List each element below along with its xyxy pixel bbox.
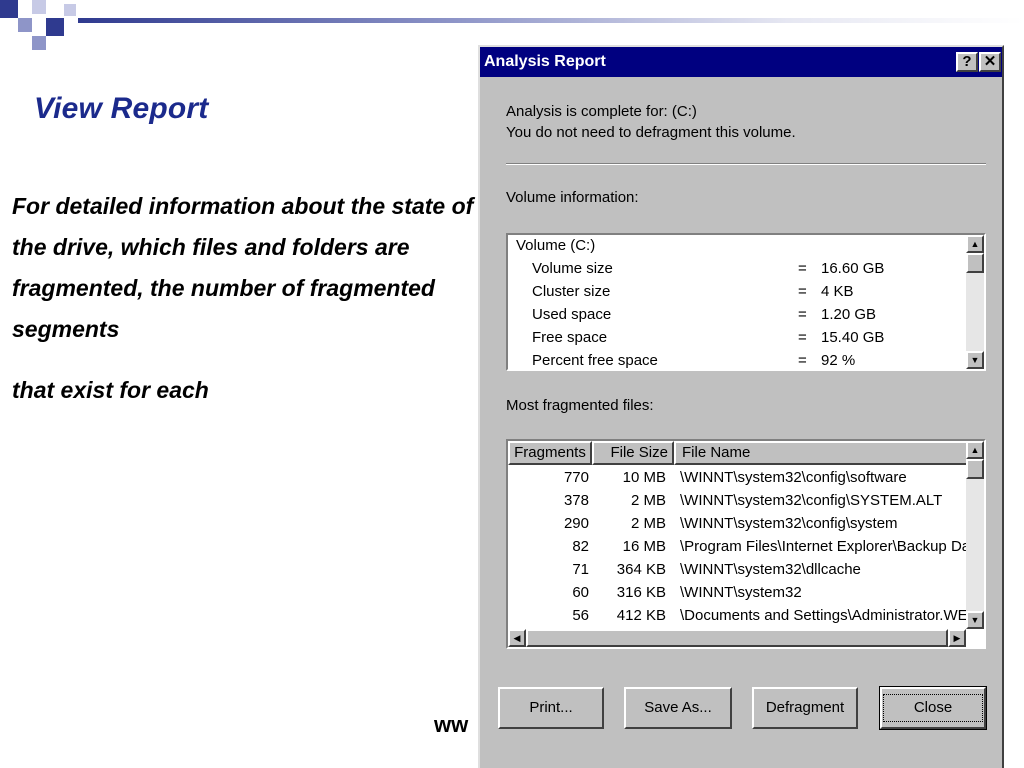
cell-file-size: 16 MB <box>622 538 666 555</box>
slide-body-paragraph-2: that exist for each <box>12 377 209 403</box>
save-as-button[interactable]: Save As... <box>624 687 732 729</box>
volume-header: Volume (C:) <box>516 237 596 254</box>
cell-fragments: 378 <box>563 492 589 509</box>
analysis-report-dialog: Analysis Report ? ✕ Analysis is complete… <box>478 45 1004 768</box>
scroll-thumb[interactable] <box>966 459 984 479</box>
cell-file-size: 412 KB <box>616 607 666 624</box>
slide-logo-square-2 <box>18 18 32 32</box>
volume-row: Free space = 15.40 GB <box>508 329 966 352</box>
scroll-thumb-horizontal[interactable] <box>526 629 948 647</box>
scroll-down-icon[interactable]: ▼ <box>966 351 984 369</box>
volume-row-label: Percent free space <box>532 352 658 369</box>
scroll-right-icon[interactable]: ▶ <box>948 629 966 647</box>
cell-file-name: \WINNT\system32\dllcache <box>680 561 861 578</box>
volume-row: Percent free space = 92 % <box>508 352 966 369</box>
volume-row: Used space = 1.20 GB <box>508 306 966 329</box>
scroll-thumb[interactable] <box>966 253 984 273</box>
volume-row: Volume size = 16.60 GB <box>508 260 966 283</box>
separator <box>506 163 986 165</box>
volume-row-label: Cluster size <box>532 283 611 300</box>
help-button[interactable]: ? <box>956 52 978 72</box>
slide-logo-square-6 <box>64 4 76 16</box>
cell-file-name: \Documents and Settings\Administrator.WE… <box>680 607 978 624</box>
table-row[interactable]: 56 412 KB \Documents and Settings\Admini… <box>508 607 977 630</box>
cell-file-size: 2 MB <box>630 515 666 532</box>
slide-body: For detailed information about the state… <box>12 186 482 411</box>
cell-file-name: \WINNT\system32\config\SYSTEM.ALT <box>680 492 943 509</box>
volume-row-eq: = <box>798 260 807 277</box>
cell-fragments: 56 <box>572 607 589 624</box>
fragmented-files-label: Most fragmented files: <box>506 397 654 414</box>
table-row[interactable]: 770 10 MB \WINNT\system32\config\softwar… <box>508 469 966 492</box>
cell-file-size: 2 MB <box>630 492 666 509</box>
column-header-fragments[interactable]: Fragments <box>508 441 592 465</box>
table-row[interactable]: 71 364 KB \WINNT\system32\dllcache <box>508 561 966 584</box>
cell-file-name: \WINNT\system32\config\software <box>680 469 907 486</box>
volume-row-value: 92 % <box>821 352 856 369</box>
table-row[interactable]: 60 316 KB \WINNT\system32 <box>508 584 966 607</box>
cell-file-name: \WINNT\system32 <box>680 584 802 601</box>
volume-row-value: 4 KB <box>821 283 854 300</box>
column-header-file-name[interactable]: File Name <box>674 441 968 465</box>
volume-row-value: 16.60 GB <box>821 260 885 277</box>
cell-file-name: \WINNT\system32\config\system <box>680 515 898 532</box>
cell-file-size: 316 KB <box>616 584 666 601</box>
volume-row-value: 15.40 GB <box>821 329 885 346</box>
volume-row: Cluster size = 4 KB <box>508 283 966 306</box>
cell-fragments: 82 <box>572 538 589 555</box>
status-line-2: You do not need to defragment this volum… <box>506 124 796 141</box>
volume-row-eq: = <box>798 352 807 369</box>
volume-info-label: Volume information: <box>506 189 639 206</box>
column-header-file-size[interactable]: File Size <box>592 441 674 465</box>
status-line-1: Analysis is complete for: (C:) <box>506 103 697 120</box>
volume-row-eq: = <box>798 283 807 300</box>
slide-title: View Report <box>34 92 209 125</box>
cell-fragments: 290 <box>563 515 589 532</box>
dialog-titlebar[interactable]: Analysis Report ? ✕ <box>480 47 1002 77</box>
dialog-title: Analysis Report <box>484 53 606 70</box>
scroll-up-icon[interactable]: ▲ <box>966 235 984 253</box>
print-button[interactable]: Print... <box>498 687 604 729</box>
slide-title-bar <box>78 18 1024 23</box>
volume-info-listbox[interactable]: Volume (C:) Volume size = 16.60 GB Clust… <box>506 233 986 371</box>
slide-logo-square-3 <box>32 0 46 14</box>
slide-logo-square-4 <box>46 18 64 36</box>
cell-file-size: 364 KB <box>616 561 666 578</box>
close-button[interactable]: Close <box>879 686 987 730</box>
volume-row-eq: = <box>798 329 807 346</box>
slide-footer-text: ww <box>434 712 469 737</box>
cell-fragments: 71 <box>572 561 589 578</box>
cell-fragments: 770 <box>563 469 589 486</box>
close-icon[interactable]: ✕ <box>979 52 1001 72</box>
table-row[interactable]: 82 16 MB \Program Files\Internet Explore… <box>508 538 984 561</box>
volume-vertical-scrollbar[interactable]: ▲ ▼ <box>966 235 984 369</box>
table-row[interactable]: 378 2 MB \WINNT\system32\config\SYSTEM.A… <box>508 492 966 515</box>
defragment-button[interactable]: Defragment <box>752 687 858 729</box>
volume-header-row: Volume (C:) <box>508 237 966 260</box>
volume-row-label: Used space <box>532 306 612 323</box>
volume-row-eq: = <box>798 306 807 323</box>
volume-row-label: Volume size <box>532 260 613 277</box>
cell-fragments: 60 <box>572 584 589 601</box>
slide-logo-square-1 <box>0 0 18 18</box>
cell-file-size: 10 MB <box>622 469 666 486</box>
scroll-down-icon[interactable]: ▼ <box>966 611 984 629</box>
volume-row-label: Free space <box>532 329 608 346</box>
slide-body-paragraph-1: For detailed information about the state… <box>12 193 474 342</box>
files-vertical-scrollbar[interactable]: ▲ ▼ <box>966 441 984 629</box>
scroll-up-icon[interactable]: ▲ <box>966 441 984 459</box>
files-horizontal-scrollbar[interactable]: ◀ ▶ <box>508 629 966 647</box>
slide-logo-square-5 <box>32 36 46 50</box>
scroll-left-icon[interactable]: ◀ <box>508 629 526 647</box>
table-row[interactable]: 290 2 MB \WINNT\system32\config\system <box>508 515 966 538</box>
close-button-label: Close <box>882 694 984 722</box>
fragmented-files-listview[interactable]: Fragments File Size File Name 770 10 MB … <box>506 439 986 649</box>
volume-row-value: 1.20 GB <box>821 306 877 323</box>
cell-file-name: \Program Files\Internet Explorer\Backup … <box>680 538 986 555</box>
